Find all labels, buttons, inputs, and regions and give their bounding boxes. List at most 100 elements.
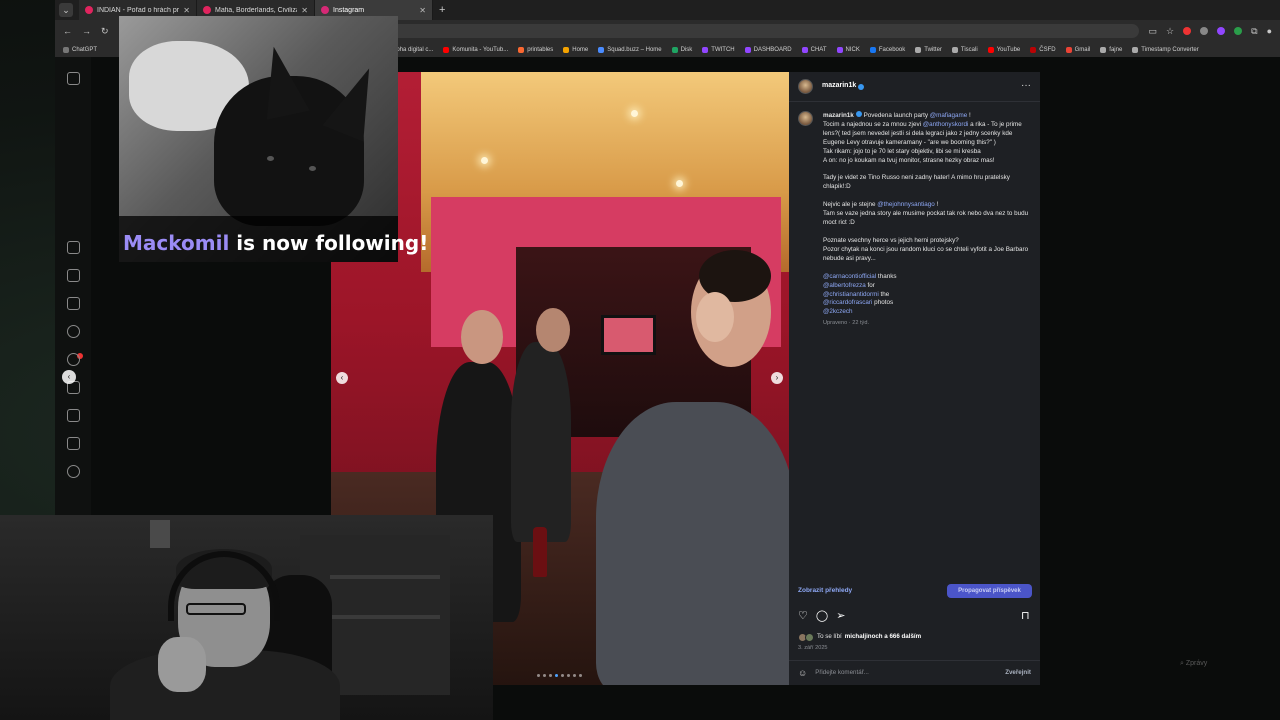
bookmark-item[interactable]: Tiscali [951, 46, 978, 53]
tab-close-icon[interactable]: ✕ [301, 6, 308, 15]
bookmark-label: ChatGPT [72, 46, 98, 53]
bookmark-item[interactable]: CHAT [801, 46, 827, 53]
credit-text: photos [872, 299, 894, 307]
bookmark-star-icon[interactable]: ☆ [1166, 26, 1174, 37]
post-details-panel: mazarin1k ··· mazarin1k Povedena launch … [789, 72, 1040, 685]
caption-line: Nejvic ale je stejne @thejohnnysantiago … [823, 201, 939, 209]
edited-meta: Upraveno · 22 týd. [823, 320, 870, 327]
explore-icon[interactable] [67, 353, 80, 366]
bookmark-item[interactable]: Twitter [915, 46, 942, 53]
messages-icon[interactable] [67, 297, 80, 310]
create-icon[interactable] [67, 409, 80, 422]
reels-icon[interactable] [67, 269, 80, 282]
bookmark-item[interactable]: TWITCH [702, 46, 735, 53]
follow-alert-text: Mackomil is now following! [123, 231, 428, 255]
bookmark-item[interactable]: Home [563, 46, 588, 53]
bookmark-item[interactable]: Disk [671, 46, 692, 53]
bookmark-label: CHAT [810, 46, 827, 53]
bookmark-label: Twitter [924, 46, 942, 53]
forward-icon[interactable]: → [82, 26, 91, 36]
bookmark-item[interactable]: DASHBOARD [744, 46, 792, 53]
bookmark-item[interactable]: fajne [1100, 46, 1122, 53]
home-icon[interactable] [67, 241, 80, 254]
webcam-feed [0, 515, 493, 720]
mention-link[interactable]: @riccardofrascari [823, 299, 872, 306]
extension-icon[interactable] [1234, 27, 1243, 35]
profile-icon[interactable]: ● [1267, 26, 1272, 36]
extension-icon[interactable] [1217, 27, 1226, 35]
photo-person-head [536, 308, 570, 352]
bookmark-label: TWITCH [711, 46, 735, 53]
bookmark-item[interactable]: Komunita - YouTub... [443, 46, 508, 53]
carousel-dot-active [555, 674, 558, 677]
follow-message: is now following! [229, 231, 429, 255]
bookmark-item[interactable]: Timestamp Converter [1132, 46, 1199, 53]
bookmark-item[interactable]: Squad.buzz – Home [598, 46, 662, 53]
back-icon[interactable]: ← [63, 26, 72, 36]
mention-link[interactable]: @thejohnnysantiago [877, 201, 935, 208]
extension-icon[interactable] [1183, 27, 1192, 35]
search-icon[interactable] [67, 325, 80, 338]
dog-ear [322, 60, 390, 142]
ceiling-light [631, 110, 638, 117]
carousel-next-icon[interactable]: › [771, 372, 783, 384]
tab-search-icon[interactable]: ⌄ [59, 3, 73, 17]
instagram-logo-icon[interactable] [67, 72, 80, 85]
bookmark-favicon-icon [671, 46, 678, 53]
view-insights-link[interactable]: Zobrazit přehledy [798, 587, 852, 596]
carousel-dot [543, 674, 546, 677]
credit-text: the [878, 290, 890, 298]
bookmark-item[interactable]: NICK [836, 46, 860, 53]
caption-body: Tocim a najednou se za mnou zjevi @antho… [823, 121, 1031, 273]
tab-close-icon[interactable]: ✕ [419, 6, 426, 15]
like-heart-icon[interactable]: ♡ [798, 611, 808, 622]
author-username[interactable]: mazarin1k [822, 82, 856, 91]
bookmark-item[interactable]: ČSFD [1030, 46, 1056, 53]
emoji-icon[interactable]: ☺ [798, 668, 807, 678]
author-avatar[interactable] [798, 79, 813, 94]
share-icon[interactable]: ➢ [836, 611, 845, 622]
dog-eye [309, 166, 316, 171]
messages-button[interactable]: ⌕ Zprávy [1180, 660, 1240, 668]
more-options-icon[interactable]: ··· [1021, 81, 1031, 91]
carousel-prev-icon[interactable]: ‹ [336, 372, 348, 384]
mention-link[interactable]: @mafiagame [930, 112, 968, 119]
extension-icon[interactable] [1200, 27, 1209, 35]
profile-avatar-icon[interactable] [67, 465, 80, 478]
carousel-dots [537, 674, 582, 677]
cast-icon[interactable]: ▭ [1149, 26, 1158, 37]
bookmark-item[interactable]: ChatGPT [63, 46, 98, 53]
likes-prefix: To se líbí [817, 633, 842, 641]
mention-link[interactable]: @2kczech [823, 308, 853, 315]
post-comment-button[interactable]: Zveřejnit [1005, 669, 1031, 678]
likes-count[interactable]: michaljinoch a 666 dalším [845, 633, 921, 642]
comment-bar: ☺ Přidejte komentář... Zveřejnit [789, 660, 1040, 685]
previous-post-icon[interactable]: ‹ [62, 370, 76, 384]
bookmark-item[interactable]: YouTube [987, 46, 1020, 53]
tab-close-icon[interactable]: ✕ [183, 6, 190, 15]
mention-link[interactable]: @anthonyskordi [923, 121, 969, 128]
mention-link[interactable]: @albertofrezza [823, 282, 866, 289]
reload-icon[interactable]: ↻ [101, 26, 109, 37]
comment-icon[interactable]: ◯ [816, 611, 828, 622]
save-bookmark-icon[interactable]: ⊓ [1021, 611, 1030, 622]
comment-input[interactable]: Přidejte komentář... [815, 669, 869, 678]
dashboard-icon[interactable] [67, 437, 80, 450]
ceiling-light [676, 180, 683, 187]
mention-link[interactable]: @christianantidormi [823, 291, 879, 298]
caption-username[interactable]: mazarin1k [823, 112, 854, 119]
caption-author-avatar[interactable] [798, 111, 813, 126]
bookmark-favicon-icon [951, 46, 958, 53]
bookmark-item[interactable]: printables [518, 46, 553, 53]
bookmark-favicon-icon [1030, 46, 1037, 53]
promote-post-button[interactable]: Propagovat příspěvek [947, 584, 1032, 598]
photo-bottle [533, 527, 547, 577]
bookmark-item[interactable]: Gmail [1065, 46, 1090, 53]
credit-line: @christianantidormi the [823, 291, 1031, 300]
mention-link[interactable]: @carnacontiofficial [823, 273, 876, 280]
post-header: mazarin1k ··· [789, 72, 1040, 102]
new-tab-button[interactable]: + [439, 4, 445, 16]
bookmark-item[interactable]: Facebook [869, 46, 905, 53]
extensions-icon[interactable]: ⧉ [1251, 26, 1257, 37]
likes-summary[interactable]: To se líbí michaljinoch a 666 dalším [798, 633, 921, 642]
